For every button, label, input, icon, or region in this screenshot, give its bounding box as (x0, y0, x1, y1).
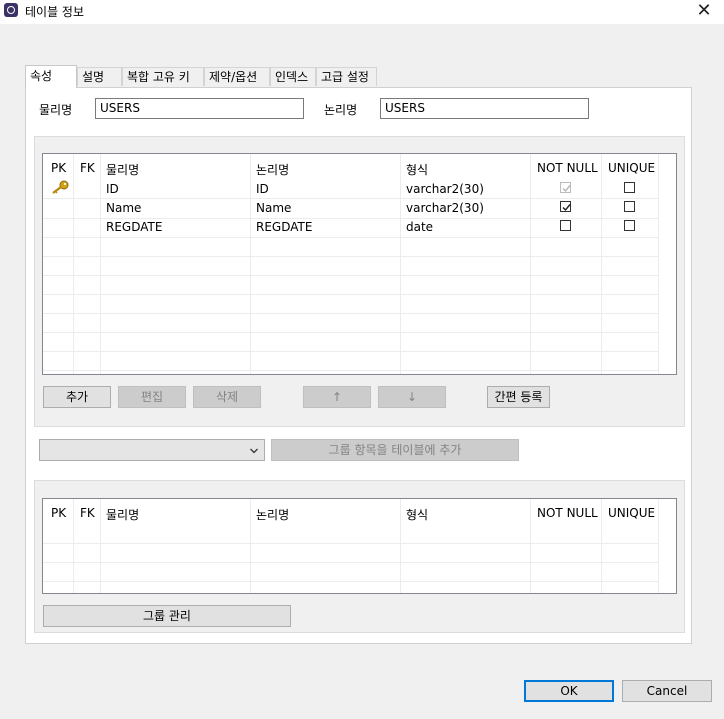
tab-constraints-options[interactable]: 제약/옵션 (204, 67, 270, 86)
unique-checkbox[interactable] (624, 182, 635, 193)
row-type[interactable]: varchar2(30) (406, 182, 484, 196)
unique-checkbox[interactable] (624, 201, 635, 212)
tab-advanced-settings[interactable]: 고급 설정 (316, 67, 377, 86)
close-icon[interactable]: ✕ (694, 0, 714, 22)
col-header-physical[interactable]: 물리명 (106, 161, 139, 178)
group-col-header-unique[interactable]: UNIQUE (608, 506, 655, 520)
tab-composite-unique-key[interactable]: 복합 고유 키 (122, 67, 204, 86)
col-header-not-null[interactable]: NOT NULL (537, 161, 598, 175)
row-logical-name[interactable]: Name (256, 201, 291, 215)
col-header-logical[interactable]: 논리명 (256, 161, 289, 178)
add-column-button[interactable]: 추가 (43, 386, 111, 408)
move-up-button[interactable]: ↑ (303, 386, 371, 408)
add-group-to-table-button[interactable]: 그룹 항목을 테이블에 추가 (271, 439, 519, 461)
row-physical-name[interactable]: Name (106, 201, 141, 215)
row-logical-name[interactable]: REGDATE (256, 220, 312, 234)
group-col-header-pk[interactable]: PK (51, 506, 66, 520)
group-col-header-not-null[interactable]: NOT NULL (537, 506, 598, 520)
title-bar: 테이블 정보 ✕ (0, 0, 724, 24)
physical-name-input[interactable]: USERS (95, 98, 304, 119)
col-header-unique[interactable]: UNIQUE (608, 161, 655, 175)
row-logical-name[interactable]: ID (256, 182, 269, 196)
move-down-button[interactable]: ↓ (378, 386, 446, 408)
group-col-header-physical[interactable]: 물리명 (106, 506, 139, 523)
not-null-checkbox (560, 182, 571, 193)
row-physical-name[interactable]: REGDATE (106, 220, 162, 234)
physical-name-label: 물리명 (39, 103, 73, 117)
logical-name-input[interactable]: USERS (380, 98, 589, 119)
group-select[interactable] (39, 439, 265, 461)
app-icon (4, 3, 18, 17)
col-header-fk[interactable]: FK (80, 161, 95, 175)
quick-register-button[interactable]: 간편 등록 (487, 386, 550, 408)
tab-attributes[interactable]: 속성 (25, 65, 77, 88)
row-type[interactable]: varchar2(30) (406, 201, 484, 215)
delete-column-button[interactable]: 삭제 (193, 386, 261, 408)
group-columns-grid[interactable]: PK FK 물리명 논리명 형식 NOT NULL UNIQUE (42, 498, 677, 594)
not-null-checkbox[interactable] (560, 201, 571, 212)
cancel-button[interactable]: Cancel (622, 680, 712, 702)
ok-button[interactable]: OK (524, 680, 614, 702)
group-col-header-logical[interactable]: 논리명 (256, 506, 289, 523)
not-null-checkbox[interactable] (560, 220, 571, 231)
unique-checkbox[interactable] (624, 220, 635, 231)
row-type[interactable]: date (406, 220, 433, 234)
edit-column-button[interactable]: 편집 (118, 386, 186, 408)
col-header-pk[interactable]: PK (51, 161, 66, 175)
group-col-header-type[interactable]: 형식 (406, 506, 428, 523)
columns-grid[interactable]: PK FK 물리명 논리명 형식 NOT NULL UNIQUE ID ID v… (42, 153, 677, 375)
tab-description[interactable]: 설명 (77, 67, 122, 86)
group-col-header-fk[interactable]: FK (80, 506, 95, 520)
row-physical-name[interactable]: ID (106, 182, 119, 196)
chevron-down-icon (249, 445, 259, 459)
tab-index[interactable]: 인덱스 (270, 67, 316, 86)
col-header-type[interactable]: 형식 (406, 161, 428, 178)
manage-group-button[interactable]: 그룹 관리 (43, 605, 291, 627)
window-title: 테이블 정보 (25, 5, 85, 19)
logical-name-label: 논리명 (324, 103, 358, 117)
primary-key-icon (51, 180, 69, 197)
